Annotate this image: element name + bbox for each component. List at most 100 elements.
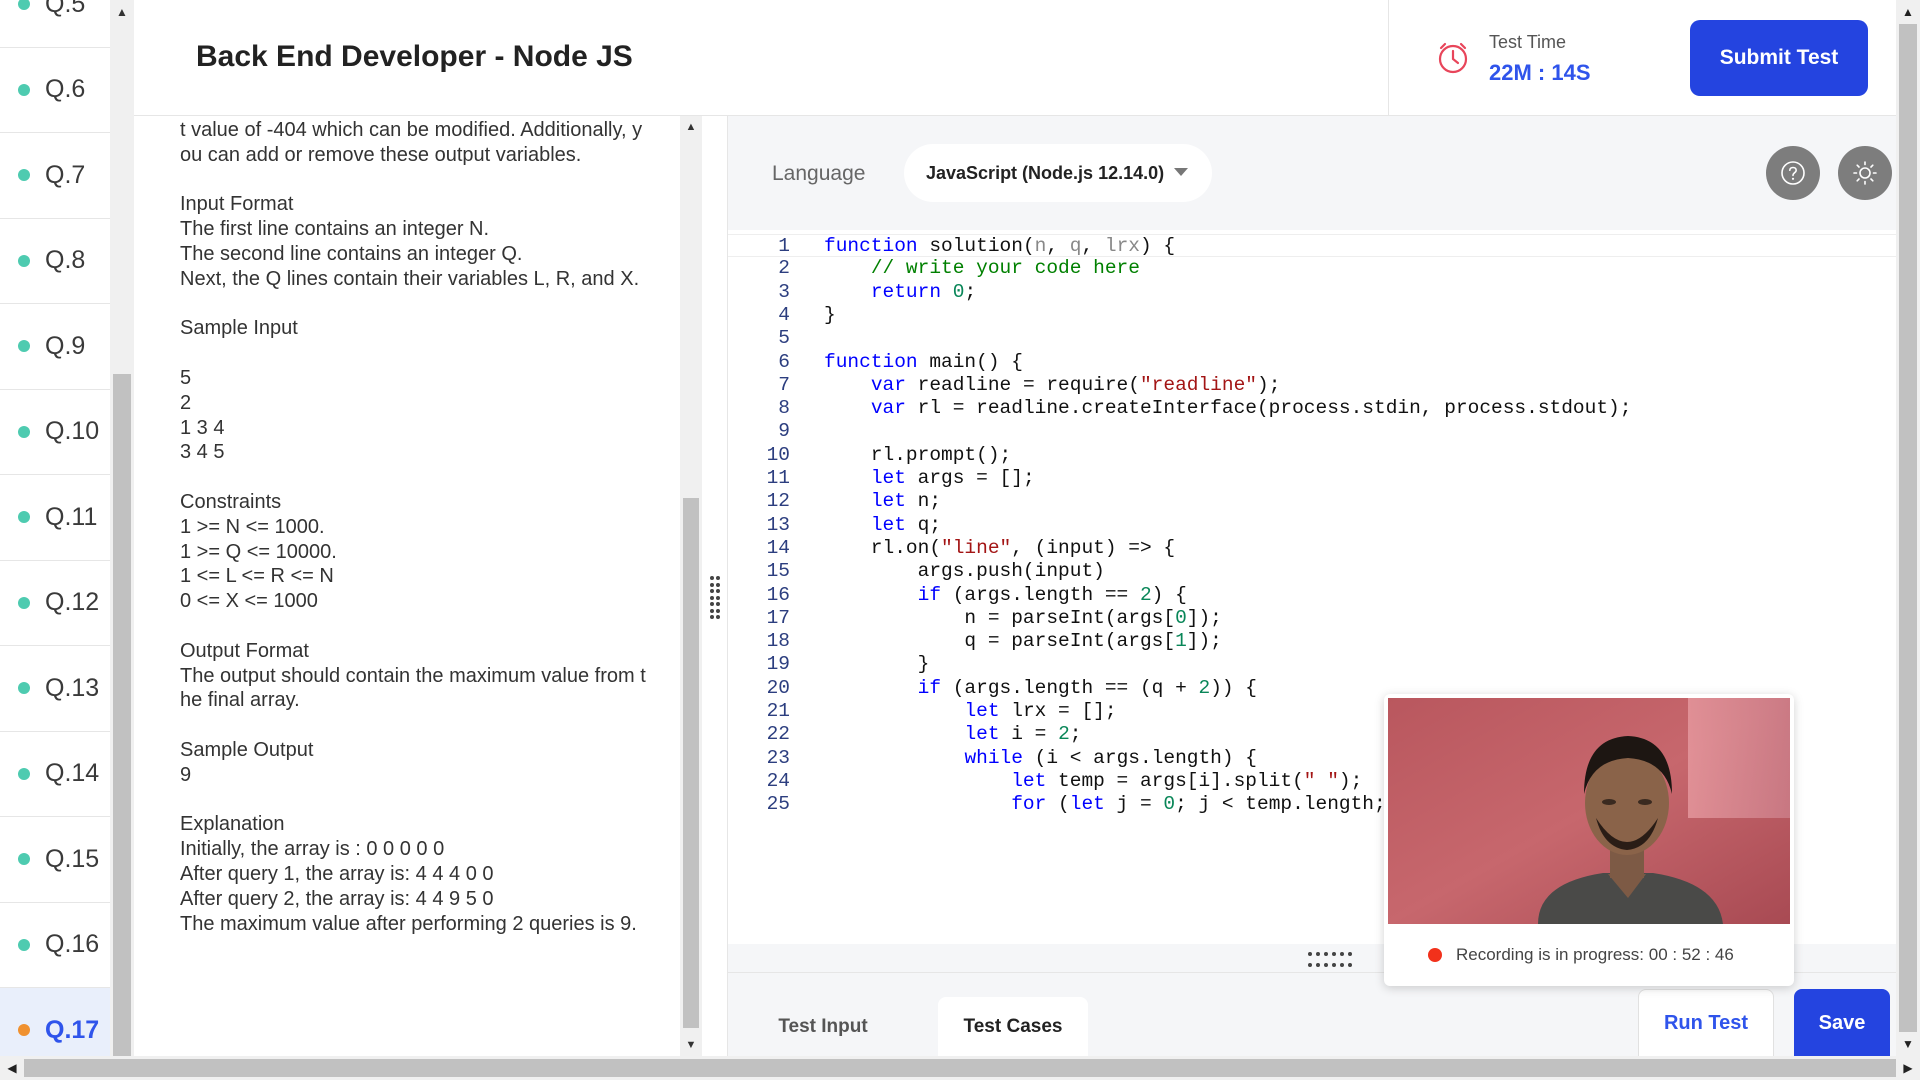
question-circle-icon — [1781, 161, 1805, 185]
question-item[interactable]: Q.8 — [0, 219, 110, 304]
scroll-left-arrow-icon[interactable]: ◀ — [0, 1056, 24, 1080]
code-line[interactable]: 13 let q; — [728, 514, 1896, 537]
code-line[interactable]: 18 q = parseInt(args[1]); — [728, 630, 1896, 653]
language-label: Language — [772, 162, 866, 185]
question-label: Q.12 — [45, 588, 100, 617]
question-label: Q.8 — [45, 246, 86, 275]
panel-resize-handle[interactable] — [702, 116, 728, 1056]
question-item[interactable]: Q.13 — [0, 646, 110, 732]
code-text: let q; — [870, 513, 942, 536]
code-text: q = parseInt(args[1]); — [824, 630, 1222, 653]
line-number: 12 — [766, 490, 790, 513]
code-line[interactable]: 6 function main() { — [728, 351, 1896, 374]
code-line[interactable]: 12 let n; — [728, 490, 1896, 513]
code-line[interactable]: 15 args.push(input) — [728, 560, 1896, 583]
scroll-down-arrow-icon[interactable]: ▼ — [680, 1034, 702, 1056]
tab-test-input[interactable]: Test Input — [758, 997, 888, 1057]
timer-value: 22M : 14S — [1489, 60, 1591, 85]
main-scroll-thumb[interactable] — [1899, 24, 1917, 1032]
code-line[interactable]: 11 let args = []; — [728, 467, 1896, 490]
help-button[interactable] — [1766, 146, 1820, 200]
line-number: 8 — [778, 397, 790, 420]
line-number: 10 — [766, 443, 790, 466]
question-item[interactable]: Q.5 — [0, 0, 110, 48]
line-number: 19 — [766, 653, 790, 676]
code-line[interactable]: 3 return 0; — [728, 281, 1896, 304]
status-dot-icon — [18, 767, 30, 780]
code-line[interactable]: 1 function solution(n, q, lrx) { — [728, 234, 1896, 258]
line-number: 18 — [766, 630, 790, 653]
page-title: Back End Developer - Node JS — [196, 40, 633, 73]
main-scrollbar[interactable]: ▲ ▼ — [1896, 0, 1920, 1056]
code-line[interactable]: 17 n = parseInt(args[0]); — [728, 607, 1896, 630]
line-number: 23 — [766, 746, 790, 769]
scroll-down-arrow-icon[interactable]: ▼ — [1896, 1032, 1920, 1056]
code-line[interactable]: 19 } — [728, 653, 1896, 676]
scroll-up-arrow-icon[interactable]: ▲ — [110, 0, 134, 24]
status-dot-icon — [18, 83, 30, 96]
code-text: return 0; — [870, 280, 977, 303]
tab-test-cases[interactable]: Test Cases — [938, 997, 1088, 1057]
code-line[interactable]: 2 // write your code here — [728, 257, 1896, 280]
code-text: // write your code here — [870, 257, 1140, 280]
line-number: 6 — [778, 350, 790, 373]
horizontal-scroll-thumb[interactable] — [24, 1059, 1896, 1077]
scroll-up-arrow-icon[interactable]: ▲ — [1896, 0, 1920, 24]
code-line[interactable]: 14 rl.on("line", (input) => { — [728, 537, 1896, 560]
recording-status: Recording is in progress: 00 : 52 : 46 — [1384, 924, 1794, 986]
line-number: 20 — [766, 676, 790, 699]
code-line[interactable]: 4} — [728, 304, 1896, 327]
sidebar-scrollbar[interactable]: ▲ — [110, 0, 134, 1056]
problem-scroll-thumb[interactable] — [683, 498, 699, 1028]
code-text: let temp = args[i].split(" "); — [1011, 769, 1363, 792]
code-line[interactable]: 10 rl.prompt(); — [728, 444, 1896, 467]
drag-handle-icon[interactable] — [710, 576, 720, 620]
horizontal-scrollbar[interactable]: ◀ ▶ — [0, 1056, 1920, 1080]
question-item[interactable]: Q.9 — [0, 304, 110, 390]
problem-scrollbar[interactable]: ▲ ▼ — [680, 116, 702, 1056]
scroll-up-arrow-icon[interactable]: ▲ — [680, 116, 702, 138]
code-text: rl.prompt(); — [824, 443, 1012, 466]
question-item[interactable]: Q.7 — [0, 133, 110, 219]
code-line[interactable]: 9 — [728, 420, 1896, 443]
submit-test-button[interactable]: Submit Test — [1690, 20, 1868, 96]
code-text: let lrx = []; — [964, 700, 1117, 722]
code-text: for (let j = 0; j < temp.length; — [1011, 793, 1386, 816]
code-text: function main() { — [824, 350, 1023, 373]
editor-resize-handle-icon[interactable] — [1308, 952, 1360, 970]
code-line[interactable]: 5 — [728, 327, 1896, 350]
line-number: 17 — [766, 606, 790, 629]
code-text: } — [824, 653, 930, 676]
question-item[interactable]: Q.12 — [0, 561, 110, 646]
save-button[interactable]: Save — [1794, 989, 1890, 1057]
question-item[interactable]: Q.6 — [0, 48, 110, 133]
webcam-preview[interactable]: Recording is in progress: 00 : 52 : 46 — [1384, 694, 1794, 986]
recording-dot-icon — [1428, 948, 1442, 962]
test-page: Q.5 Q.6 Q.7 Q.8 Q.9 Q.10 Q.11 Q.12 Q.13 Q.14 Q.15 Q… — [0, 0, 1920, 1080]
question-item[interactable]: Q.15 — [0, 817, 110, 903]
theme-toggle-button[interactable] — [1838, 146, 1892, 200]
code-line[interactable]: 7 var readline = require("readline"); — [728, 374, 1896, 397]
code-text: let args = []; — [870, 467, 1035, 489]
problem-statement: t value of -404 which can be modified. A… — [180, 119, 646, 935]
question-label: Q.10 — [45, 417, 100, 446]
line-number: 11 — [766, 467, 790, 489]
status-dot-icon — [18, 596, 30, 609]
sidebar-scroll-thumb[interactable] — [113, 374, 131, 1056]
question-item[interactable]: Q.16 — [0, 903, 110, 988]
line-number: 21 — [766, 700, 790, 722]
scroll-right-arrow-icon[interactable]: ▶ — [1896, 1056, 1920, 1080]
status-dot-icon — [18, 853, 30, 866]
webcam-feed — [1388, 698, 1790, 924]
code-line[interactable]: 8 var rl = readline.createInterface(proc… — [728, 397, 1896, 420]
code-text: let i = 2; — [964, 723, 1082, 746]
code-line[interactable]: 16 if (args.length == 2) { — [728, 584, 1896, 607]
line-number: 16 — [766, 583, 790, 606]
status-dot-icon — [18, 254, 30, 267]
line-number: 5 — [778, 327, 790, 350]
run-test-button[interactable]: Run Test — [1638, 989, 1774, 1057]
question-item[interactable]: Q.14 — [0, 732, 110, 817]
question-item[interactable]: Q.11 — [0, 475, 110, 561]
language-select[interactable]: JavaScript (Node.js 12.14.0) — [904, 144, 1212, 202]
question-item[interactable]: Q.10 — [0, 390, 110, 475]
